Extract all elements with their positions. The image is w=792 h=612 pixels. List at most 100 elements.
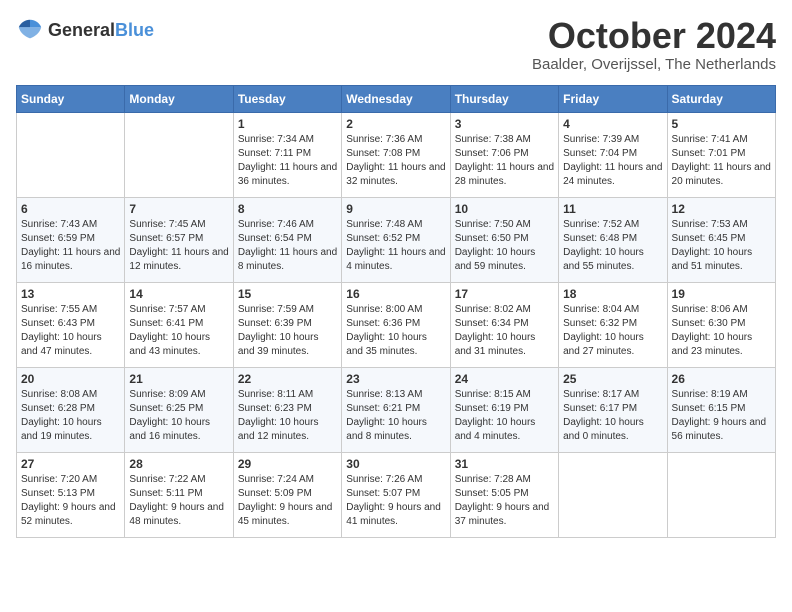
calendar-cell: 19Sunrise: 8:06 AM Sunset: 6:30 PM Dayli… — [667, 282, 775, 367]
day-number: 22 — [238, 372, 337, 386]
calendar-cell: 13 Sunrise: 7:55 AM Sunset: 6:43 PM Dayli… — [17, 282, 125, 367]
calendar-cell: 4 Sunrise: 7:39 AM Sunset: 7:04 PM Daylig… — [559, 112, 667, 197]
day-number: 14 — [129, 287, 228, 301]
day-info: Sunrise: 7:52 AM Sunset: 6:48 PM Dayligh… — [563, 218, 662, 274]
day-info: Sunrise: 7:20 AM Sunset: 5:13 PM Dayligh… — [21, 473, 120, 529]
day-number: 8 — [238, 202, 337, 216]
day-info: Sunrise: 8:15 AM Sunset: 6:19 PM Dayligh… — [455, 388, 554, 444]
day-info: Sunrise: 7:41 AM Sunset: 7:01 PM Dayligh… — [672, 133, 771, 189]
weekday-header-row: SundayMondayTuesdayWednesdayThursdayFrid… — [17, 85, 776, 112]
location-subtitle: Baalder, Overijssel, The Netherlands — [532, 56, 776, 73]
day-info: Sunrise: 8:08 AM Sunset: 6:28 PM Dayligh… — [21, 388, 120, 444]
day-info: Sunrise: 7:24 AM Sunset: 5:09 PM Dayligh… — [238, 473, 337, 529]
calendar-cell: 27 Sunrise: 7:20 AM Sunset: 5:13 PM Dayli… — [17, 452, 125, 537]
day-number: 26 — [672, 372, 771, 386]
day-info: Sunrise: 7:46 AM Sunset: 6:54 PM Dayligh… — [238, 218, 337, 274]
calendar-cell: 26Sunrise: 8:19 AM Sunset: 6:15 PM Dayli… — [667, 367, 775, 452]
day-number: 11 — [563, 202, 662, 216]
calendar-cell: 24 Sunrise: 8:15 AM Sunset: 6:19 PM Dayli… — [450, 367, 558, 452]
calendar-week-row: 6 Sunrise: 7:43 AM Sunset: 6:59 PM Daylig… — [17, 197, 776, 282]
calendar-cell: 3 Sunrise: 7:38 AM Sunset: 7:06 PM Daylig… — [450, 112, 558, 197]
calendar-cell: 30 Sunrise: 7:26 AM Sunset: 5:07 PM Dayli… — [342, 452, 450, 537]
weekday-header-wednesday: Wednesday — [342, 85, 450, 112]
day-number: 5 — [672, 117, 771, 131]
day-info: Sunrise: 7:38 AM Sunset: 7:06 PM Dayligh… — [455, 133, 554, 189]
day-number: 2 — [346, 117, 445, 131]
day-number: 16 — [346, 287, 445, 301]
calendar-cell: 21Sunrise: 8:09 AM Sunset: 6:25 PM Dayli… — [125, 367, 233, 452]
weekday-header-monday: Monday — [125, 85, 233, 112]
calendar-week-row: 13 Sunrise: 7:55 AM Sunset: 6:43 PM Dayli… — [17, 282, 776, 367]
calendar-cell: 1 Sunrise: 7:34 AM Sunset: 7:11 PM Daylig… — [233, 112, 341, 197]
calendar-cell — [125, 112, 233, 197]
day-info: Sunrise: 7:39 AM Sunset: 7:04 PM Dayligh… — [563, 133, 662, 189]
day-info: Sunrise: 7:34 AM Sunset: 7:11 PM Dayligh… — [238, 133, 337, 189]
day-number: 18 — [563, 287, 662, 301]
day-number: 23 — [346, 372, 445, 386]
day-info: Sunrise: 7:22 AM Sunset: 5:11 PM Dayligh… — [129, 473, 228, 529]
calendar-cell: 6 Sunrise: 7:43 AM Sunset: 6:59 PM Daylig… — [17, 197, 125, 282]
day-info: Sunrise: 7:26 AM Sunset: 5:07 PM Dayligh… — [346, 473, 445, 529]
weekday-header-sunday: Sunday — [17, 85, 125, 112]
day-number: 13 — [21, 287, 120, 301]
day-number: 4 — [563, 117, 662, 131]
day-info: Sunrise: 7:43 AM Sunset: 6:59 PM Dayligh… — [21, 218, 120, 274]
day-info: Sunrise: 7:45 AM Sunset: 6:57 PM Dayligh… — [129, 218, 228, 274]
day-number: 29 — [238, 457, 337, 471]
day-number: 9 — [346, 202, 445, 216]
day-info: Sunrise: 7:50 AM Sunset: 6:50 PM Dayligh… — [455, 218, 554, 274]
day-number: 27 — [21, 457, 120, 471]
calendar-table: SundayMondayTuesdayWednesdayThursdayFrid… — [16, 85, 776, 538]
calendar-cell: 16 Sunrise: 8:00 AM Sunset: 6:36 PM Dayli… — [342, 282, 450, 367]
calendar-cell: 18 Sunrise: 8:04 AM Sunset: 6:32 PM Dayli… — [559, 282, 667, 367]
calendar-cell: 5 Sunrise: 7:41 AM Sunset: 7:01 PM Daylig… — [667, 112, 775, 197]
day-info: Sunrise: 7:28 AM Sunset: 5:05 PM Dayligh… — [455, 473, 554, 529]
day-info: Sunrise: 7:59 AM Sunset: 6:39 PM Dayligh… — [238, 303, 337, 359]
calendar-cell: 14 Sunrise: 7:57 AM Sunset: 6:41 PM Dayli… — [125, 282, 233, 367]
logo-text-general: General — [48, 20, 115, 41]
weekday-header-thursday: Thursday — [450, 85, 558, 112]
day-number: 30 — [346, 457, 445, 471]
day-number: 15 — [238, 287, 337, 301]
title-section: October 2024 Baalder, Overijssel, The Ne… — [532, 16, 776, 73]
day-number: 20 — [21, 372, 120, 386]
day-info: Sunrise: 7:36 AM Sunset: 7:08 PM Dayligh… — [346, 133, 445, 189]
calendar-cell: 28 Sunrise: 7:22 AM Sunset: 5:11 PM Dayli… — [125, 452, 233, 537]
calendar-cell: 10Sunrise: 7:50 AM Sunset: 6:50 PM Dayli… — [450, 197, 558, 282]
day-number: 7 — [129, 202, 228, 216]
day-number: 31 — [455, 457, 554, 471]
day-info: Sunrise: 8:02 AM Sunset: 6:34 PM Dayligh… — [455, 303, 554, 359]
calendar-cell: 29 Sunrise: 7:24 AM Sunset: 5:09 PM Dayli… — [233, 452, 341, 537]
calendar-cell: 31 Sunrise: 7:28 AM Sunset: 5:05 PM Dayli… — [450, 452, 558, 537]
calendar-cell: 25 Sunrise: 8:17 AM Sunset: 6:17 PM Dayli… — [559, 367, 667, 452]
calendar-cell: 7 Sunrise: 7:45 AM Sunset: 6:57 PM Daylig… — [125, 197, 233, 282]
day-number: 24 — [455, 372, 554, 386]
day-info: Sunrise: 8:00 AM Sunset: 6:36 PM Dayligh… — [346, 303, 445, 359]
calendar-cell — [559, 452, 667, 537]
day-number: 12 — [672, 202, 771, 216]
day-number: 28 — [129, 457, 228, 471]
day-number: 1 — [238, 117, 337, 131]
calendar-cell — [667, 452, 775, 537]
weekday-header-tuesday: Tuesday — [233, 85, 341, 112]
calendar-week-row: 1 Sunrise: 7:34 AM Sunset: 7:11 PM Daylig… — [17, 112, 776, 197]
day-info: Sunrise: 8:11 AM Sunset: 6:23 PM Dayligh… — [238, 388, 337, 444]
calendar-cell — [17, 112, 125, 197]
day-info: Sunrise: 7:57 AM Sunset: 6:41 PM Dayligh… — [129, 303, 228, 359]
day-info: Sunrise: 7:55 AM Sunset: 6:43 PM Dayligh… — [21, 303, 120, 359]
day-number: 6 — [21, 202, 120, 216]
calendar-cell: 20 Sunrise: 8:08 AM Sunset: 6:28 PM Dayli… — [17, 367, 125, 452]
day-number: 3 — [455, 117, 554, 131]
logo-text-blue: Blue — [115, 20, 154, 41]
calendar-cell: 9Sunrise: 7:48 AM Sunset: 6:52 PM Daylig… — [342, 197, 450, 282]
day-info: Sunrise: 8:17 AM Sunset: 6:17 PM Dayligh… — [563, 388, 662, 444]
day-info: Sunrise: 8:13 AM Sunset: 6:21 PM Dayligh… — [346, 388, 445, 444]
day-number: 25 — [563, 372, 662, 386]
logo-icon — [16, 16, 44, 44]
day-info: Sunrise: 8:04 AM Sunset: 6:32 PM Dayligh… — [563, 303, 662, 359]
calendar-cell: 8 Sunrise: 7:46 AM Sunset: 6:54 PM Daylig… — [233, 197, 341, 282]
calendar-cell: 22 Sunrise: 8:11 AM Sunset: 6:23 PM Dayli… — [233, 367, 341, 452]
calendar-cell: 15 Sunrise: 7:59 AM Sunset: 6:39 PM Dayli… — [233, 282, 341, 367]
weekday-header-friday: Friday — [559, 85, 667, 112]
day-number: 21 — [129, 372, 228, 386]
